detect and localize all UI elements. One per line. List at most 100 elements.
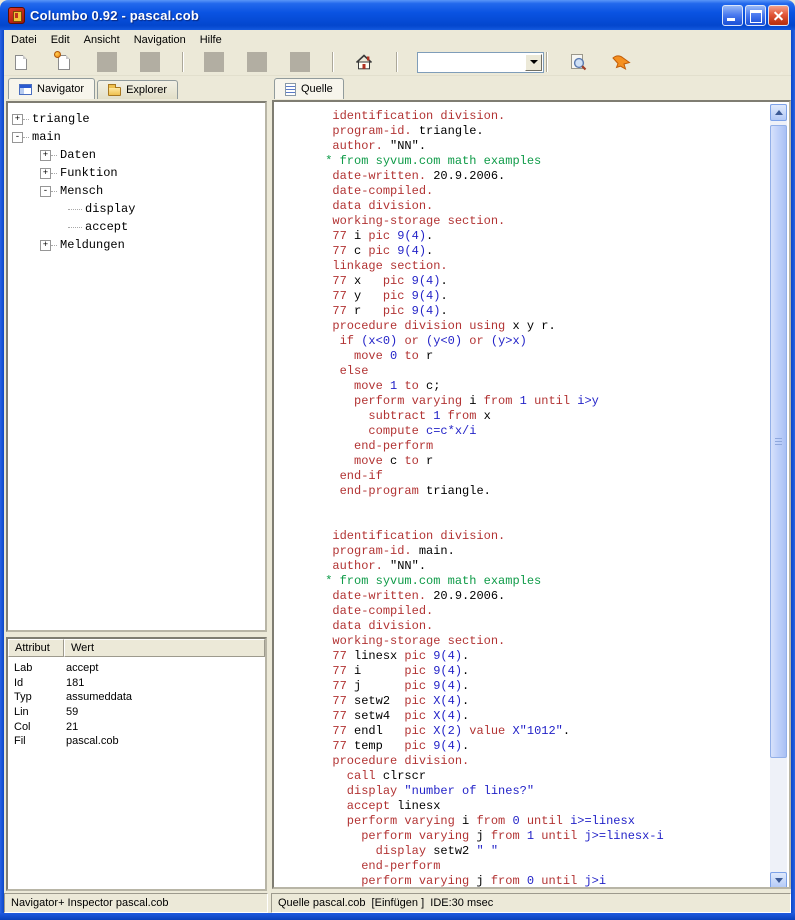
- quelle-tab-icon: [285, 83, 296, 96]
- scroll-down-button[interactable]: [770, 872, 787, 889]
- code-line: working-storage section.: [282, 214, 774, 229]
- code-line: end-perform: [282, 859, 774, 874]
- code-line: identification division.: [282, 529, 774, 544]
- tree-item-label: display: [85, 202, 135, 216]
- code-line: 77 endl pic X(2) value X"1012".: [282, 724, 774, 739]
- scrollbar-grip-icon: [775, 438, 782, 446]
- code-line: * from syvum.com math examples: [282, 574, 774, 589]
- tree-item-main[interactable]: -main: [8, 128, 265, 146]
- code-line: date-written. 20.9.2006.: [282, 169, 774, 184]
- tab-quelle[interactable]: Quelle: [274, 78, 344, 99]
- inspector-row-lab[interactable]: Labaccept: [8, 661, 265, 676]
- combo-dropdown-button[interactable]: [525, 54, 542, 71]
- tab-label: Explorer: [126, 84, 167, 96]
- placeholder-icon: [247, 52, 267, 72]
- tab-label: Navigator: [37, 83, 84, 95]
- toolbar: [4, 49, 791, 76]
- toolbar-button-3[interactable]: [96, 51, 118, 73]
- home-button[interactable]: [353, 51, 375, 73]
- toolbar-button-4[interactable]: [139, 51, 161, 73]
- collapse-toggle-icon[interactable]: -: [40, 186, 51, 197]
- scrollbar-thumb[interactable]: [770, 125, 787, 758]
- menu-item-ansicht[interactable]: Ansicht: [77, 32, 127, 48]
- code-line: accept linesx: [282, 799, 774, 814]
- code-line: compute c=c*x/i: [282, 424, 774, 439]
- code-line: data division.: [282, 619, 774, 634]
- tree-item-mensch[interactable]: -Mensch: [8, 182, 265, 200]
- source-editor-panel[interactable]: identification division. program-id. tri…: [272, 100, 791, 889]
- new-file-button[interactable]: [10, 51, 32, 73]
- vertical-scrollbar[interactable]: [770, 104, 787, 889]
- toolbar-button-6[interactable]: [246, 51, 268, 73]
- tree-item-label: Meldungen: [60, 238, 125, 252]
- tree-item-display[interactable]: display: [8, 200, 265, 218]
- menu-item-edit[interactable]: Edit: [44, 32, 77, 48]
- code-line: display setw2 " ": [282, 844, 774, 859]
- code-line: date-compiled.: [282, 184, 774, 199]
- inspector-column-header-attribut: Attribut: [8, 639, 64, 657]
- toolbar-button-7[interactable]: [289, 51, 311, 73]
- attribute-value: 59: [64, 706, 265, 718]
- expand-toggle-icon[interactable]: +: [40, 150, 51, 161]
- inspector-row-lin[interactable]: Lin59: [8, 705, 265, 720]
- code-line: end-if: [282, 469, 774, 484]
- tab-explorer[interactable]: Explorer: [97, 80, 178, 99]
- tree-item-triangle[interactable]: + triangle: [8, 110, 265, 128]
- search-button[interactable]: [567, 51, 589, 73]
- code-line: date-written. 20.9.2006.: [282, 589, 774, 604]
- maximize-button[interactable]: [745, 5, 766, 26]
- tree-item-daten[interactable]: +Daten: [8, 146, 265, 164]
- search-combobox[interactable]: [417, 52, 544, 73]
- tree-item-label: accept: [85, 220, 128, 234]
- tree-item-accept[interactable]: accept: [8, 218, 265, 236]
- code-line: 77 setw4 pic X(4).: [282, 709, 774, 724]
- attribute-name: Lab: [8, 662, 64, 674]
- code-line: move 1 to c;: [282, 379, 774, 394]
- inspector-row-typ[interactable]: Typassumeddata: [8, 690, 265, 705]
- app-icon: [8, 7, 25, 24]
- inspector-column-header-wert: Wert: [64, 639, 265, 657]
- tree-item-meldungen[interactable]: + Meldungen: [8, 236, 265, 254]
- inspector-row-fil[interactable]: Filpascal.cob: [8, 734, 265, 749]
- status-bar-right: Quelle pascal.cob [Einfügen ] IDE:30 mse…: [271, 893, 791, 913]
- inspector-row-col[interactable]: Col21: [8, 719, 265, 734]
- code-line: 77 x pic 9(4).: [282, 274, 774, 289]
- code-line: move c to r: [282, 454, 774, 469]
- goto-button[interactable]: [610, 51, 632, 73]
- code-line: 77 temp pic 9(4).: [282, 739, 774, 754]
- toolbar-button-5[interactable]: [203, 51, 225, 73]
- source-panel-tabs: Quelle: [274, 78, 344, 99]
- minimize-button[interactable]: [722, 5, 743, 26]
- inspector-rows: LabacceptId181TypassumeddataLin59Col21Fi…: [8, 657, 265, 749]
- code-line: display "number of lines?": [282, 784, 774, 799]
- attribute-name: Col: [8, 721, 64, 733]
- expand-toggle-icon[interactable]: +: [40, 168, 51, 179]
- navigator-tree-panel[interactable]: +triangle-main+Daten+Funktion-Menschdisp…: [6, 101, 267, 632]
- expand-toggle-icon[interactable]: +: [40, 240, 51, 251]
- code-line: identification division.: [282, 109, 774, 124]
- attribute-value: 181: [64, 677, 265, 689]
- code-line: perform varying i from 0 until i>=linesx: [282, 814, 774, 829]
- explorer-tab-icon: [108, 87, 121, 96]
- code-line: end-perform: [282, 439, 774, 454]
- code-line: move 0 to r: [282, 349, 774, 364]
- close-button[interactable]: [768, 5, 789, 26]
- source-code[interactable]: identification division. program-id. tri…: [276, 104, 774, 889]
- tree-item-label: main: [32, 130, 61, 144]
- open-file-button[interactable]: [53, 51, 75, 73]
- menu-item-hilfe[interactable]: Hilfe: [193, 32, 229, 48]
- expand-toggle-icon[interactable]: +: [12, 114, 23, 125]
- code-line: author. "NN".: [282, 559, 774, 574]
- inspector-row-id[interactable]: Id181: [8, 676, 265, 691]
- tree-item-label: triangle: [32, 112, 90, 126]
- tab-navigator[interactable]: Navigator: [8, 78, 95, 99]
- code-line: 77 r pic 9(4).: [282, 304, 774, 319]
- code-line: 77 i pic 9(4).: [282, 229, 774, 244]
- code-line: [282, 514, 774, 529]
- code-line: perform varying j from 1 until j>=linesx…: [282, 829, 774, 844]
- collapse-toggle-icon[interactable]: -: [12, 132, 23, 143]
- scroll-up-button[interactable]: [770, 104, 787, 121]
- tree-item-funktion[interactable]: +Funktion: [8, 164, 265, 182]
- menu-item-datei[interactable]: Datei: [4, 32, 44, 48]
- menu-item-navigation[interactable]: Navigation: [127, 32, 193, 48]
